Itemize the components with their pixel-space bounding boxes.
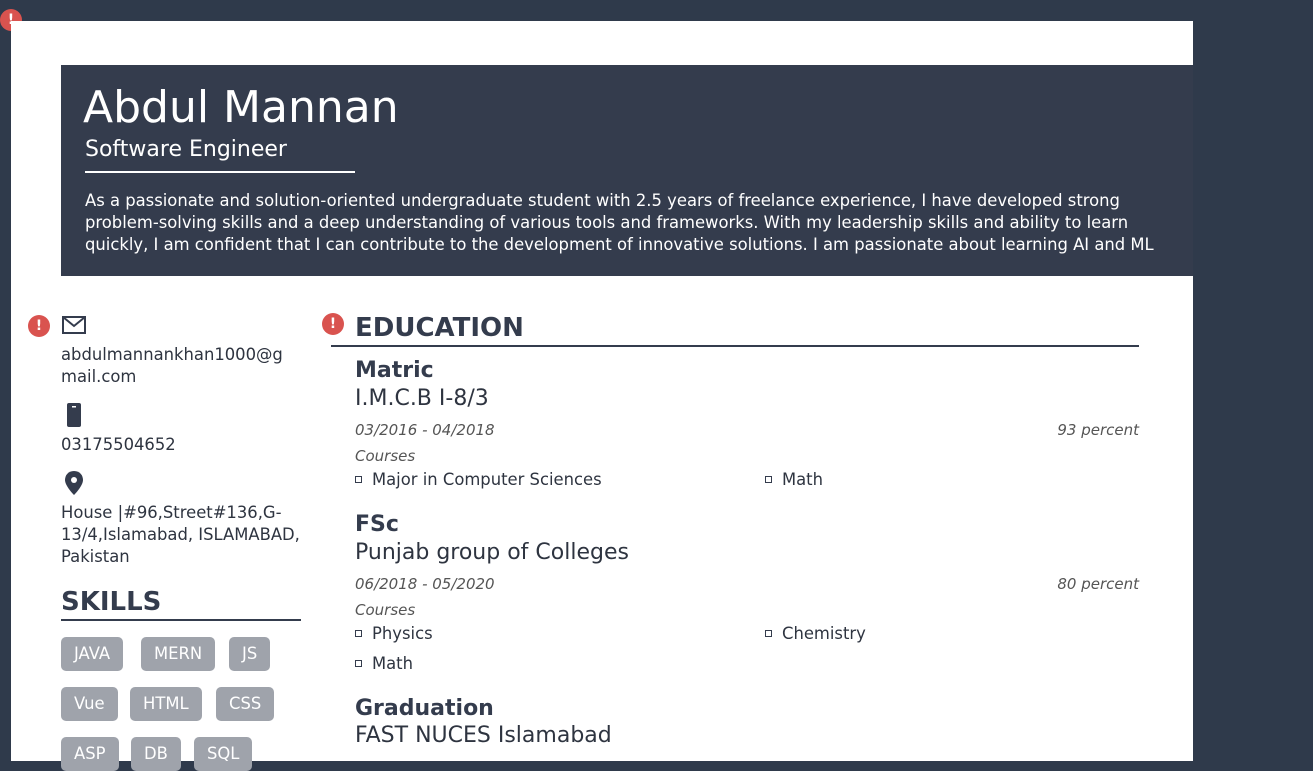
contact-section: abdulmannankhan1000@gmail.com 0317550465… — [61, 312, 301, 568]
education-degree: Matric — [355, 358, 434, 383]
skill-chip: SQL — [194, 737, 253, 771]
course-item: Chemistry — [765, 624, 866, 643]
education-degree: Graduation — [355, 696, 494, 721]
education-institution: I.M.C.B I-8/3 — [355, 386, 489, 411]
education-dates: 06/2018 - 05/2020 — [355, 575, 495, 593]
education-institution: Punjab group of Colleges — [355, 540, 629, 565]
email-text[interactable]: abdulmannankhan1000@gmail.com — [61, 344, 297, 388]
skill-chip: CSS — [216, 687, 275, 721]
skill-chip: DB — [131, 737, 181, 771]
warning-icon: ! — [28, 315, 50, 337]
education-degree: FSc — [355, 512, 399, 537]
job-title: Software Engineer — [85, 137, 287, 162]
skill-chip: Vue — [61, 687, 118, 721]
warning-icon: ! — [322, 313, 344, 335]
resume-header: Abdul Mannan Software Engineer As a pass… — [61, 65, 1193, 276]
education-dates: 03/2016 - 04/2018 — [355, 421, 495, 439]
courses-label: Courses — [355, 601, 416, 619]
education-institution: FAST NUCES Islamabad — [355, 723, 612, 748]
course-item: Major in Computer Sciences — [355, 470, 602, 489]
phone-text[interactable]: 03175504652 — [61, 434, 301, 456]
skills-heading: SKILLS — [61, 587, 162, 617]
skills-divider — [61, 619, 301, 621]
title-divider — [85, 171, 355, 173]
mobile-phone-icon — [67, 403, 81, 427]
candidate-name: Abdul Mannan — [83, 82, 399, 133]
skill-chip: JAVA — [61, 637, 124, 671]
location-pin-icon — [65, 471, 83, 495]
address-text: House |#96,Street#136,G-13/4,Islamabad, … — [61, 503, 300, 566]
course-item: Physics — [355, 624, 433, 643]
skill-chip: HTML — [130, 687, 202, 721]
education-grade: 93 percent — [1057, 421, 1139, 439]
education-grade: 80 percent — [1057, 575, 1139, 593]
envelope-icon — [62, 316, 86, 334]
skill-chip: JS — [229, 637, 271, 671]
courses-label: Courses — [355, 447, 416, 465]
skill-chip: ASP — [61, 737, 119, 771]
education-heading: EDUCATION — [355, 313, 524, 343]
profile-summary: As a passionate and solution-oriented un… — [85, 191, 1154, 254]
skill-chip: MERN — [141, 637, 216, 671]
education-divider — [331, 345, 1139, 347]
course-item: Math — [765, 470, 823, 489]
course-item: Math — [355, 654, 413, 673]
